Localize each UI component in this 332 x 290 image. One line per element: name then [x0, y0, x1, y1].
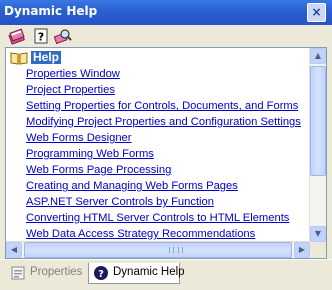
help-link[interactable]: Properties Window: [26, 68, 120, 81]
tab-properties-label: Properties: [30, 266, 83, 278]
window-title: Dynamic Help: [4, 4, 98, 18]
horizontal-scrollbar[interactable]: ◀ ▶: [6, 241, 310, 258]
help-link[interactable]: Programming Web Forms: [26, 148, 154, 161]
books-icon[interactable]: [8, 27, 26, 45]
scroll-down-button[interactable]: ▼: [310, 226, 326, 242]
toolbar: ?: [0, 25, 332, 47]
help-circle-icon: ?: [93, 265, 109, 281]
help-link[interactable]: ASP.NET Server Controls by Function: [26, 196, 214, 209]
scroll-left-button[interactable]: ◀: [6, 242, 22, 258]
tab-dynamic-help-label: Dynamic Help: [113, 266, 185, 278]
help-link[interactable]: Converting HTML Server Controls to HTML …: [26, 212, 289, 225]
tab-properties[interactable]: Properties: [6, 263, 88, 284]
title-bar[interactable]: Dynamic Help ×: [0, 0, 332, 25]
scrollbar-corner: [310, 242, 326, 258]
svg-text:?: ?: [38, 31, 44, 44]
scroll-up-button[interactable]: ▲: [310, 48, 326, 64]
help-link[interactable]: Setting Properties for Controls, Documen…: [26, 100, 298, 113]
dynamic-help-window: Dynamic Help × ? Help Properties Window …: [0, 0, 332, 290]
vertical-scroll-thumb[interactable]: [310, 66, 326, 176]
search-icon[interactable]: [53, 27, 72, 45]
scroll-right-button[interactable]: ▶: [294, 242, 310, 258]
question-icon[interactable]: ?: [32, 27, 50, 45]
properties-icon: [10, 265, 26, 281]
open-book-icon: [10, 50, 28, 66]
close-button[interactable]: ×: [307, 3, 326, 22]
scroll-grip: [169, 247, 183, 253]
tab-dynamic-help[interactable]: ? Dynamic Help: [88, 263, 185, 284]
help-link[interactable]: Creating and Managing Web Forms Pages: [26, 180, 238, 193]
help-link[interactable]: Modifying Project Properties and Configu…: [26, 116, 301, 129]
tool-window-tabs: Properties ? Dynamic Help: [0, 259, 332, 290]
help-content-pane: Help Properties Window Project Propertie…: [5, 47, 327, 259]
vertical-scrollbar[interactable]: ▲ ▼: [309, 48, 326, 242]
help-heading-label: Help: [31, 50, 62, 64]
help-link[interactable]: Web Forms Page Processing: [26, 164, 171, 177]
help-link[interactable]: Project Properties: [26, 84, 115, 97]
help-link[interactable]: Web Forms Designer: [26, 132, 131, 145]
svg-text:?: ?: [98, 269, 104, 280]
help-link[interactable]: Web Data Access Strategy Recommendations: [26, 228, 255, 241]
horizontal-scroll-thumb[interactable]: [24, 242, 292, 258]
